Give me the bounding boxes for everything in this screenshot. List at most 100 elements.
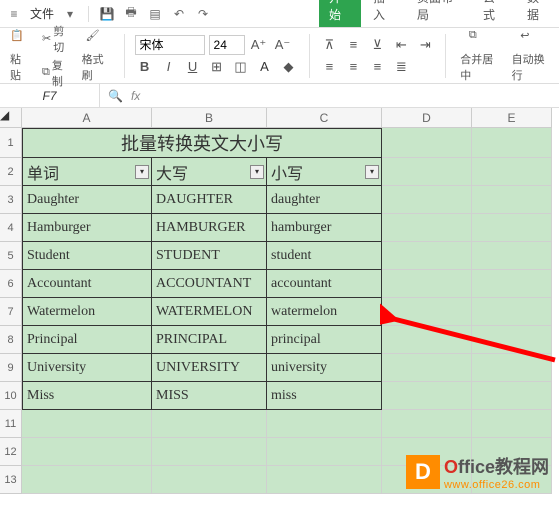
cell[interactable]: Student	[22, 242, 152, 270]
align-top-button[interactable]: ⊼	[319, 35, 339, 55]
search-icon[interactable]: 🔍	[108, 89, 123, 103]
align-right-button[interactable]: ≡	[367, 57, 387, 77]
bold-button[interactable]: B	[135, 57, 155, 77]
col-header[interactable]: C	[267, 108, 382, 128]
align-bottom-button[interactable]: ⊻	[367, 35, 387, 55]
menu-icon[interactable]: ≡	[6, 6, 22, 22]
filter-dropdown-icon[interactable]: ▾	[365, 165, 379, 179]
row-header[interactable]: 1	[0, 128, 22, 158]
cell[interactable]: STUDENT	[152, 242, 267, 270]
save-icon[interactable]: 💾	[99, 6, 115, 22]
cell[interactable]	[382, 326, 472, 354]
underline-button[interactable]: U	[183, 57, 203, 77]
cell[interactable]	[152, 438, 267, 466]
cell[interactable]	[382, 158, 472, 186]
cell[interactable]	[267, 466, 382, 494]
spreadsheet-grid[interactable]: ◢ A B C D E 1 批量转换英文大小写 2 单词▾ 大写▾ 小写▾ 3D…	[0, 108, 559, 494]
row-header[interactable]: 4	[0, 214, 22, 242]
indent-left-button[interactable]: ⇤	[391, 35, 411, 55]
cell[interactable]	[472, 326, 552, 354]
increase-font-button[interactable]: A⁺	[249, 35, 269, 55]
paste-button[interactable]: 📋 粘贴	[6, 27, 34, 85]
cell[interactable]: miss	[267, 382, 382, 410]
cell[interactable]: WATERMELON	[152, 298, 267, 326]
tab-insert[interactable]: 插入	[363, 0, 405, 27]
cell[interactable]: Daughter	[22, 186, 152, 214]
cell[interactable]: Principal	[22, 326, 152, 354]
cell[interactable]	[472, 186, 552, 214]
cell[interactable]	[382, 214, 472, 242]
cell[interactable]: ACCOUNTANT	[152, 270, 267, 298]
row-header[interactable]: 10	[0, 382, 22, 410]
cell[interactable]: Accountant	[22, 270, 152, 298]
filter-dropdown-icon[interactable]: ▾	[135, 165, 149, 179]
cell[interactable]	[472, 214, 552, 242]
highlight-button[interactable]: ◆	[279, 57, 299, 77]
row-header[interactable]: 11	[0, 410, 22, 438]
col-header[interactable]: D	[382, 108, 472, 128]
cell-header-a[interactable]: 单词▾	[22, 158, 152, 186]
select-all-corner[interactable]: ◢	[0, 108, 22, 128]
cell[interactable]: PRINCIPAL	[152, 326, 267, 354]
cell[interactable]	[267, 410, 382, 438]
cell[interactable]	[382, 410, 472, 438]
cell[interactable]	[152, 410, 267, 438]
cell-header-c[interactable]: 小写▾	[267, 158, 382, 186]
italic-button[interactable]: I	[159, 57, 179, 77]
tab-layout[interactable]: 页面布局	[407, 0, 471, 27]
cell[interactable]	[382, 128, 472, 158]
align-middle-button[interactable]: ≡	[343, 35, 363, 55]
cell[interactable]	[472, 298, 552, 326]
cell[interactable]: principal	[267, 326, 382, 354]
cell[interactable]	[22, 410, 152, 438]
cell[interactable]	[472, 270, 552, 298]
align-justify-button[interactable]: ≣	[391, 57, 411, 77]
file-menu[interactable]: 文件	[30, 5, 54, 22]
cell[interactable]: MISS	[152, 382, 267, 410]
formula-input[interactable]	[148, 88, 551, 103]
cell[interactable]: university	[267, 354, 382, 382]
cell[interactable]: UNIVERSITY	[152, 354, 267, 382]
cell[interactable]: student	[267, 242, 382, 270]
cell[interactable]	[472, 354, 552, 382]
row-header[interactable]: 8	[0, 326, 22, 354]
row-header[interactable]: 13	[0, 466, 22, 494]
cell[interactable]: hamburger	[267, 214, 382, 242]
fx-label[interactable]: fx	[131, 89, 140, 103]
row-header[interactable]: 2	[0, 158, 22, 186]
cell[interactable]	[472, 382, 552, 410]
cell[interactable]	[472, 242, 552, 270]
fill-color-button[interactable]: ◫	[231, 57, 251, 77]
chevron-down-icon[interactable]: ▾	[62, 6, 78, 22]
print-icon[interactable]: 🖶	[123, 6, 139, 22]
row-header[interactable]: 9	[0, 354, 22, 382]
border-button[interactable]: ⊞	[207, 57, 227, 77]
row-header[interactable]: 12	[0, 438, 22, 466]
cell[interactable]	[472, 128, 552, 158]
font-name-select[interactable]	[135, 35, 205, 55]
cell[interactable]: DAUGHTER	[152, 186, 267, 214]
cell[interactable]	[382, 242, 472, 270]
cell[interactable]: Hamburger	[22, 214, 152, 242]
cell-title[interactable]: 批量转换英文大小写	[22, 128, 382, 158]
row-header[interactable]: 5	[0, 242, 22, 270]
tab-data[interactable]: 数据	[517, 0, 559, 27]
cell[interactable]	[152, 466, 267, 494]
row-header[interactable]: 7	[0, 298, 22, 326]
cell[interactable]: Miss	[22, 382, 152, 410]
name-box[interactable]: F7	[0, 84, 100, 107]
font-color-button[interactable]: A	[255, 57, 275, 77]
cell[interactable]: daughter	[267, 186, 382, 214]
font-size-select[interactable]	[209, 35, 245, 55]
wrap-text-button[interactable]: ↩ 自动换行	[508, 27, 553, 85]
cell[interactable]	[267, 438, 382, 466]
cell[interactable]	[382, 186, 472, 214]
cell[interactable]: University	[22, 354, 152, 382]
filter-dropdown-icon[interactable]: ▾	[250, 165, 264, 179]
align-left-button[interactable]: ≡	[319, 57, 339, 77]
col-header[interactable]: A	[22, 108, 152, 128]
format-painter-button[interactable]: 🖌 格式刷	[78, 27, 114, 85]
cut-button[interactable]: ✂剪切	[40, 23, 72, 55]
cell[interactable]: HAMBURGER	[152, 214, 267, 242]
cell[interactable]	[22, 438, 152, 466]
